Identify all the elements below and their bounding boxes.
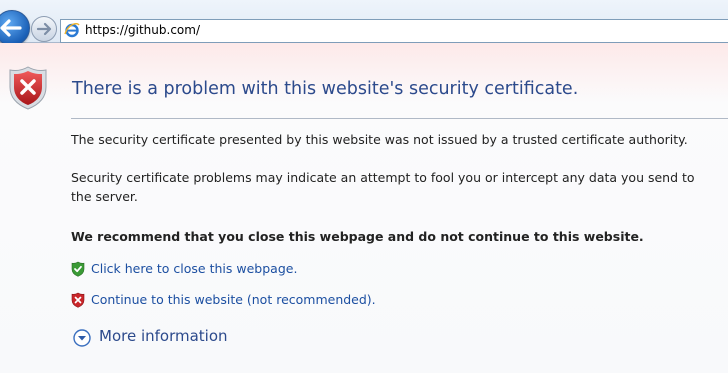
forward-arrow-icon bbox=[36, 22, 52, 36]
browser-toolbar: https://github.com/ bbox=[0, 0, 728, 46]
certificate-error-page: There is a problem with this website's s… bbox=[0, 43, 728, 373]
page-title: There is a problem with this website's s… bbox=[72, 79, 579, 99]
title-divider bbox=[71, 118, 728, 119]
expand-chevron-icon bbox=[73, 329, 91, 347]
url-text: https://github.com/ bbox=[85, 23, 200, 37]
continue-to-website-link[interactable]: Continue to this website (not recommende… bbox=[91, 292, 376, 307]
recommendation-text: We recommend that you close this webpage… bbox=[71, 229, 644, 244]
close-webpage-link[interactable]: Click here to close this webpage. bbox=[91, 261, 297, 276]
forward-button[interactable] bbox=[31, 16, 57, 42]
address-bar[interactable]: https://github.com/ bbox=[60, 19, 728, 43]
internet-explorer-icon bbox=[64, 23, 80, 38]
certificate-explanation: The security certificate presented by th… bbox=[71, 132, 688, 147]
back-button[interactable] bbox=[0, 10, 30, 46]
green-shield-icon bbox=[71, 261, 85, 277]
error-shield-icon bbox=[9, 66, 47, 110]
more-information-label: More information bbox=[99, 327, 228, 345]
risk-explanation: Security certificate problems may indica… bbox=[71, 170, 695, 204]
red-shield-icon bbox=[71, 292, 85, 308]
back-arrow-icon bbox=[0, 19, 22, 37]
